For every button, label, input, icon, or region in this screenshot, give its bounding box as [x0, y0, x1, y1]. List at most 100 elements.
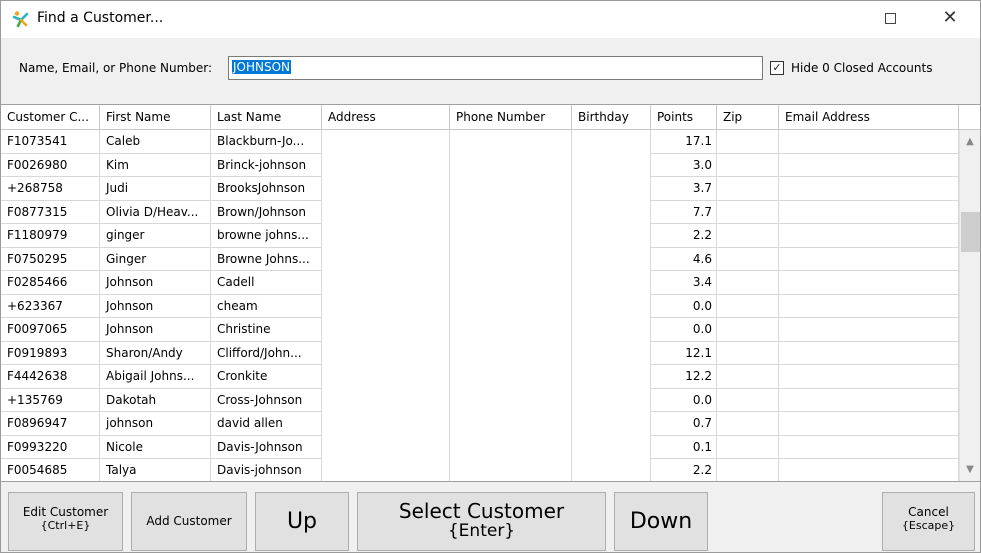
- cell-zip[interactable]: [717, 341, 779, 365]
- cell-email-address[interactable]: [779, 294, 959, 318]
- cell-zip[interactable]: [717, 130, 779, 154]
- cell-address[interactable]: [322, 435, 450, 459]
- cell-email-address[interactable]: [779, 224, 959, 248]
- cell-phone-number[interactable]: [450, 341, 572, 365]
- table-row[interactable]: F0896947 johnson david allen 0.7: [1, 412, 959, 436]
- cell-last-name[interactable]: david allen: [211, 412, 322, 436]
- cell-customer-code[interactable]: F0877315: [1, 200, 100, 224]
- hide-closed-checkbox[interactable]: ✓: [770, 61, 784, 75]
- cell-zip[interactable]: [717, 200, 779, 224]
- cell-customer-code[interactable]: F1180979: [1, 224, 100, 248]
- cell-points[interactable]: 2.2: [651, 459, 717, 481]
- cell-zip[interactable]: [717, 271, 779, 295]
- cell-points[interactable]: 4.6: [651, 247, 717, 271]
- table-row[interactable]: F0877315 Olivia D/Heav... Brown/Johnson 7.7: [1, 200, 959, 224]
- cell-customer-code[interactable]: +268758: [1, 177, 100, 201]
- cell-address[interactable]: [322, 247, 450, 271]
- cell-first-name[interactable]: Judi: [100, 177, 211, 201]
- cell-points[interactable]: 0.0: [651, 318, 717, 342]
- cell-first-name[interactable]: Sharon/Andy: [100, 341, 211, 365]
- cell-first-name[interactable]: Nicole: [100, 435, 211, 459]
- column-header-zip[interactable]: Zip: [717, 105, 779, 130]
- cell-email-address[interactable]: [779, 318, 959, 342]
- cell-phone-number[interactable]: [450, 294, 572, 318]
- cell-last-name[interactable]: BrooksJohnson: [211, 177, 322, 201]
- cell-first-name[interactable]: Olivia D/Heav...: [100, 200, 211, 224]
- scroll-down-icon[interactable]: ▼: [960, 464, 980, 478]
- cell-zip[interactable]: [717, 247, 779, 271]
- cell-points[interactable]: 12.1: [651, 341, 717, 365]
- cell-birthday[interactable]: [572, 294, 651, 318]
- cell-zip[interactable]: [717, 365, 779, 389]
- cell-first-name[interactable]: johnson: [100, 412, 211, 436]
- cell-customer-code[interactable]: F0054685: [1, 459, 100, 481]
- cell-email-address[interactable]: [779, 341, 959, 365]
- table-row[interactable]: F4442638 Abigail Johns... Cronkite 12.2: [1, 365, 959, 389]
- column-header-birthday[interactable]: Birthday: [572, 105, 651, 130]
- cell-phone-number[interactable]: [450, 153, 572, 177]
- cell-birthday[interactable]: [572, 177, 651, 201]
- cell-last-name[interactable]: Clifford/John...: [211, 341, 322, 365]
- cell-first-name[interactable]: Caleb: [100, 130, 211, 154]
- cell-birthday[interactable]: [572, 412, 651, 436]
- cell-points[interactable]: 3.0: [651, 153, 717, 177]
- cell-phone-number[interactable]: [450, 388, 572, 412]
- cell-birthday[interactable]: [572, 341, 651, 365]
- cell-address[interactable]: [322, 294, 450, 318]
- cell-points[interactable]: 0.7: [651, 412, 717, 436]
- cell-points[interactable]: 17.1: [651, 130, 717, 154]
- table-row[interactable]: F0993220 Nicole Davis-Johnson 0.1: [1, 435, 959, 459]
- cell-birthday[interactable]: [572, 271, 651, 295]
- cell-customer-code[interactable]: F0993220: [1, 435, 100, 459]
- cell-last-name[interactable]: Cross-Johnson: [211, 388, 322, 412]
- cell-customer-code[interactable]: F0896947: [1, 412, 100, 436]
- cell-address[interactable]: [322, 459, 450, 481]
- cell-last-name[interactable]: cheam: [211, 294, 322, 318]
- table-row[interactable]: F0097065 Johnson Christine 0.0: [1, 318, 959, 342]
- cell-customer-code[interactable]: F0750295: [1, 247, 100, 271]
- table-row[interactable]: F0026980 Kim Brinck-johnson 3.0: [1, 153, 959, 177]
- column-header-customer-code[interactable]: Customer C...: [1, 105, 100, 130]
- cell-birthday[interactable]: [572, 435, 651, 459]
- cell-email-address[interactable]: [779, 271, 959, 295]
- down-button[interactable]: Down: [614, 492, 708, 551]
- cell-first-name[interactable]: Kim: [100, 153, 211, 177]
- cell-zip[interactable]: [717, 153, 779, 177]
- cell-first-name[interactable]: Ginger: [100, 247, 211, 271]
- table-row[interactable]: F1180979 ginger browne johns... 2.2: [1, 224, 959, 248]
- column-header-email-address[interactable]: Email Address: [779, 105, 959, 130]
- cell-address[interactable]: [322, 341, 450, 365]
- add-customer-button[interactable]: Add Customer: [131, 492, 247, 551]
- cell-phone-number[interactable]: [450, 412, 572, 436]
- cell-phone-number[interactable]: [450, 435, 572, 459]
- cell-phone-number[interactable]: [450, 177, 572, 201]
- table-row[interactable]: F0750295 Ginger Browne Johns... 4.6: [1, 247, 959, 271]
- up-button[interactable]: Up: [255, 492, 349, 551]
- table-row[interactable]: +135769 Dakotah Cross-Johnson 0.0: [1, 388, 959, 412]
- search-input[interactable]: JOHNSON: [228, 56, 763, 80]
- maximize-button[interactable]: [867, 1, 913, 37]
- cell-points[interactable]: 3.7: [651, 177, 717, 201]
- cell-address[interactable]: [322, 224, 450, 248]
- cell-email-address[interactable]: [779, 130, 959, 154]
- edit-customer-button[interactable]: Edit Customer {Ctrl+E}: [8, 492, 123, 551]
- cell-customer-code[interactable]: F0919893: [1, 341, 100, 365]
- cell-email-address[interactable]: [779, 435, 959, 459]
- column-header-points[interactable]: Points: [651, 105, 717, 130]
- cell-customer-code[interactable]: F0026980: [1, 153, 100, 177]
- cell-customer-code[interactable]: F4442638: [1, 365, 100, 389]
- cell-zip[interactable]: [717, 294, 779, 318]
- cell-customer-code[interactable]: F1073541: [1, 130, 100, 154]
- cell-birthday[interactable]: [572, 459, 651, 481]
- cell-phone-number[interactable]: [450, 247, 572, 271]
- cell-address[interactable]: [322, 130, 450, 154]
- table-row[interactable]: +268758 Judi BrooksJohnson 3.7: [1, 177, 959, 201]
- cell-points[interactable]: 12.2: [651, 365, 717, 389]
- column-header-address[interactable]: Address: [322, 105, 450, 130]
- cell-first-name[interactable]: Johnson: [100, 271, 211, 295]
- cell-email-address[interactable]: [779, 200, 959, 224]
- cell-address[interactable]: [322, 388, 450, 412]
- cell-last-name[interactable]: Cadell: [211, 271, 322, 295]
- cell-email-address[interactable]: [779, 247, 959, 271]
- cell-points[interactable]: 0.0: [651, 388, 717, 412]
